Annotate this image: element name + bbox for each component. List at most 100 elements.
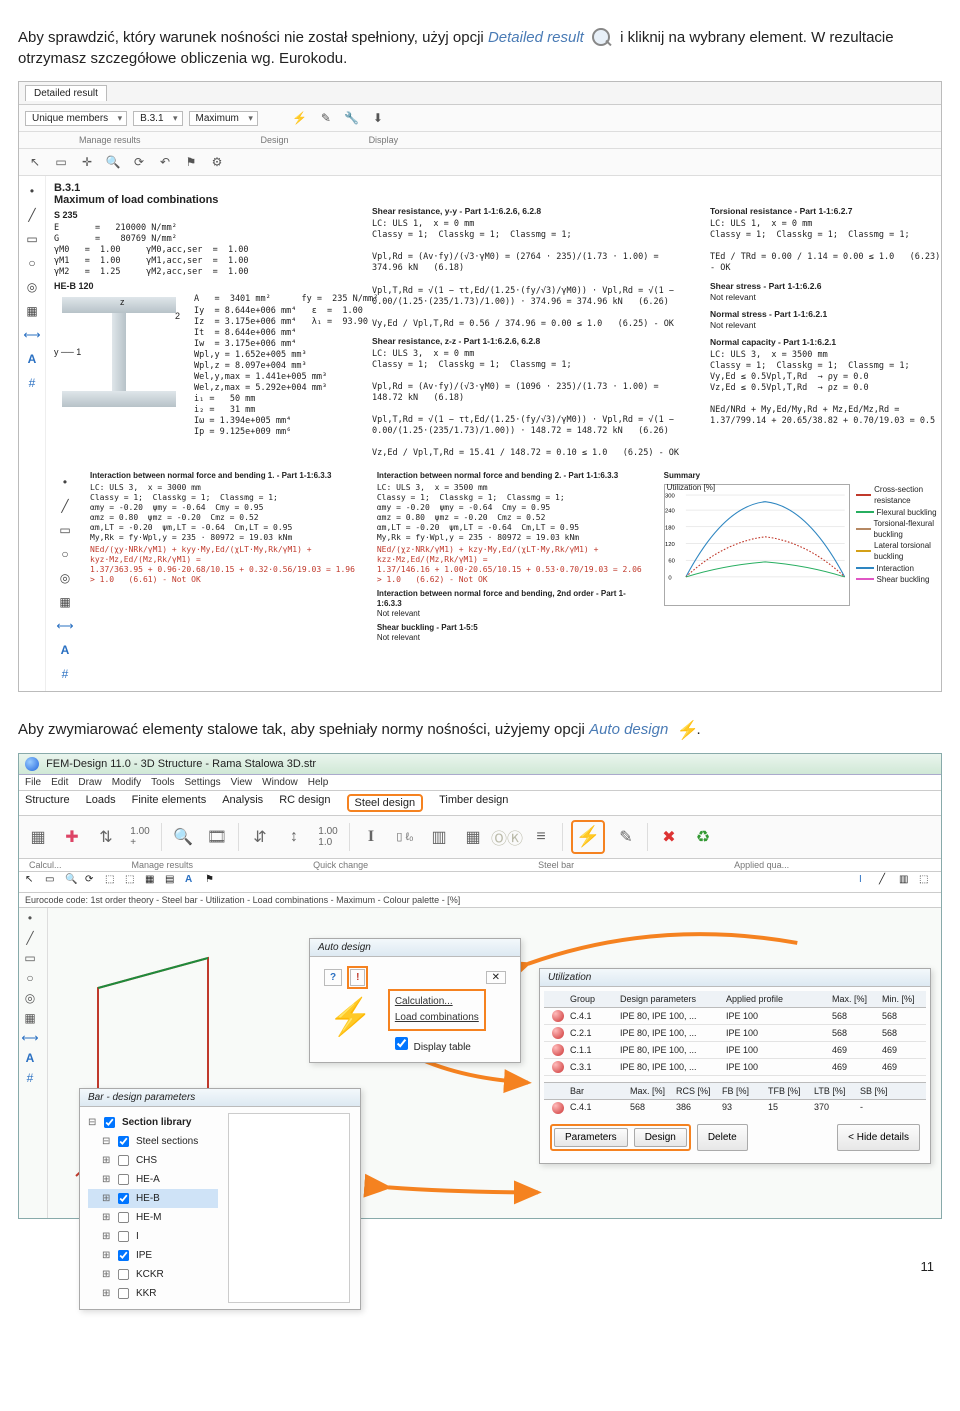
ok-badge-icon[interactable]: ⓄⓀ bbox=[494, 824, 520, 850]
hash-icon[interactable]: # bbox=[21, 372, 43, 394]
menu-settings[interactable]: Settings bbox=[185, 777, 221, 788]
panel-icon[interactable]: ▥ bbox=[426, 824, 452, 850]
interaction-2nd-body: Not relevant bbox=[377, 609, 650, 619]
util-header-1: Group Design parameters Applied profile … bbox=[544, 991, 926, 1008]
search-icon[interactable]: 🔍 bbox=[170, 824, 196, 850]
target-icon[interactable]: ◎ bbox=[21, 276, 43, 298]
module-tabbar: Structure Loads Finite elements Analysis… bbox=[19, 791, 941, 816]
material-properties: E = 210000 N/mm² G = 80769 N/mm² γM0 = 1… bbox=[54, 223, 354, 278]
node-hem[interactable]: HE-M bbox=[113, 1212, 161, 1223]
parameters-button[interactable]: Parameters bbox=[554, 1128, 628, 1147]
cursor-icon[interactable]: ↖ bbox=[25, 152, 45, 172]
grid2-icon[interactable]: ▦ bbox=[460, 824, 486, 850]
sort-icon[interactable]: ⇵ bbox=[247, 824, 273, 850]
section-library-node[interactable]: Section library bbox=[99, 1117, 191, 1128]
circle-icon[interactable]: ○ bbox=[21, 252, 43, 274]
num100-label: 1.00+ bbox=[127, 824, 153, 850]
node-heb[interactable]: HE-B bbox=[113, 1193, 160, 1204]
dropdown-unique-members[interactable]: Unique members bbox=[25, 111, 127, 126]
bar-design-params-panel: Bar - design parameters Section library … bbox=[79, 1088, 361, 1310]
ibeam-icon[interactable]: I bbox=[358, 824, 384, 850]
util-detail-row[interactable]: C.4.1 568 386 93 15 370 - bbox=[544, 1100, 926, 1116]
tab-finite-elements[interactable]: Finite elements bbox=[132, 794, 207, 812]
menu-help[interactable]: Help bbox=[308, 777, 329, 788]
bolt-icon[interactable]: ⚡ bbox=[290, 108, 310, 128]
menu-modify[interactable]: Modify bbox=[112, 777, 141, 788]
download-icon[interactable]: ⬇ bbox=[368, 108, 388, 128]
pencil-icon[interactable]: ✎ bbox=[316, 108, 336, 128]
tab-timber-design[interactable]: Timber design bbox=[439, 794, 508, 812]
select-rect-icon[interactable]: ▭ bbox=[51, 152, 71, 172]
dropdown-maximum[interactable]: Maximum bbox=[189, 111, 258, 126]
node-i[interactable]: I bbox=[113, 1231, 139, 1242]
menu-file[interactable]: File bbox=[25, 777, 41, 788]
node-ipe[interactable]: IPE bbox=[113, 1250, 152, 1261]
intro-paragraph: Aby sprawdzić, który warunek nośności ni… bbox=[18, 27, 942, 69]
menu-edit[interactable]: Edit bbox=[51, 777, 68, 788]
tab-rc-design[interactable]: RC design bbox=[279, 794, 330, 812]
tab-loads[interactable]: Loads bbox=[86, 794, 116, 812]
dot-icon[interactable]: • bbox=[21, 180, 43, 202]
mid-text-a: Aby zwymiarować elementy stalowe tak, ab… bbox=[18, 721, 589, 738]
calc-link[interactable]: Calculation... bbox=[395, 994, 479, 1010]
tab-analysis[interactable]: Analysis bbox=[222, 794, 263, 812]
menu-tools[interactable]: Tools bbox=[151, 777, 174, 788]
zoom-icon[interactable]: 🔍 bbox=[103, 152, 123, 172]
length-icon[interactable]: ▯ ℓ₀ bbox=[392, 824, 418, 850]
arrow-icon[interactable]: ↕ bbox=[281, 824, 307, 850]
select-cross-icon[interactable]: ✛ bbox=[77, 152, 97, 172]
normal-stress-title: Normal stress - Part 1-1:6.2.1 bbox=[710, 309, 950, 320]
hide-details-button[interactable]: < Hide details bbox=[837, 1124, 920, 1151]
menu-draw[interactable]: Draw bbox=[78, 777, 101, 788]
tab-detailed-result[interactable]: Detailed result bbox=[25, 85, 107, 101]
util-row[interactable]: C.4.1IPE 80, IPE 100, ...IPE 100568568 bbox=[544, 1008, 926, 1025]
close-icon[interactable]: ✕ bbox=[486, 971, 506, 984]
util-row[interactable]: C.2.1IPE 80, IPE 100, ...IPE 100568568 bbox=[544, 1025, 926, 1042]
display-table-checkbox[interactable]: Display table bbox=[391, 1042, 471, 1053]
undo-icon[interactable]: ↶ bbox=[155, 152, 175, 172]
num10-label: 1.001.0 bbox=[315, 824, 341, 850]
tab-structure[interactable]: Structure bbox=[25, 794, 70, 812]
group-manage-results: Manage results bbox=[79, 135, 141, 145]
profile-list-empty[interactable] bbox=[228, 1113, 350, 1303]
pencil-icon-2[interactable]: ✎ bbox=[613, 824, 639, 850]
node-hea[interactable]: HE-A bbox=[113, 1174, 160, 1185]
filter-icon[interactable]: ▦ bbox=[25, 824, 51, 850]
torsional-title: Torsional resistance - Part 1-1:6.2.7 bbox=[710, 206, 950, 217]
util-row[interactable]: C.1.1IPE 80, IPE 100, ...IPE 100469469 bbox=[544, 1042, 926, 1059]
delete-button[interactable]: Delete bbox=[697, 1124, 748, 1151]
design-button[interactable]: Design bbox=[634, 1128, 687, 1147]
grid-icon[interactable]: ▦ bbox=[21, 300, 43, 322]
node-chs[interactable]: CHS bbox=[113, 1155, 157, 1166]
menu-view[interactable]: View bbox=[231, 777, 253, 788]
warning-icon[interactable]: ! bbox=[350, 969, 365, 986]
recycle-icon[interactable]: ♻ bbox=[690, 824, 716, 850]
util-row[interactable]: C.3.1IPE 80, IPE 100, ...IPE 100469469 bbox=[544, 1059, 926, 1076]
load-comb-link[interactable]: Load combinations bbox=[395, 1010, 479, 1026]
steel-sections-node[interactable]: Steel sections bbox=[113, 1136, 198, 1147]
plus-icon[interactable]: ✚ bbox=[59, 824, 85, 850]
stack-icon[interactable]: ≡ bbox=[528, 824, 554, 850]
line-icon[interactable]: ╱ bbox=[21, 204, 43, 226]
options-icon[interactable]: ⚙ bbox=[207, 152, 227, 172]
text-a-icon[interactable]: A bbox=[21, 348, 43, 370]
node-kckr[interactable]: KCKR bbox=[113, 1269, 164, 1280]
auto-design-button[interactable]: ⚡ bbox=[571, 820, 605, 854]
help-icon[interactable]: ? bbox=[324, 969, 342, 986]
dim-icon[interactable]: ⟷ bbox=[21, 324, 43, 346]
shear-y-body: LC: ULS 1, x = 0 mm Classy = 1; Classkg … bbox=[372, 219, 692, 329]
rect-icon[interactable]: ▭ bbox=[21, 228, 43, 250]
utilization-title: Utilization bbox=[540, 969, 930, 987]
wrench-icon[interactable]: 🔧 bbox=[342, 108, 362, 128]
updown-icon[interactable]: ⇅ bbox=[93, 824, 119, 850]
node-kkr[interactable]: KKR bbox=[113, 1288, 156, 1299]
flag-icon[interactable]: ⚑ bbox=[181, 152, 201, 172]
dropdown-member-id[interactable]: B.3.1 bbox=[133, 111, 182, 126]
shear-buckling-body: Not relevant bbox=[377, 633, 650, 643]
magnifier-icon bbox=[591, 27, 613, 49]
refresh-icon[interactable]: ⟳ bbox=[129, 152, 149, 172]
delete-x-icon[interactable]: ✖ bbox=[656, 824, 682, 850]
film-icon[interactable]: 🎞 bbox=[204, 824, 230, 850]
tab-steel-design[interactable]: Steel design bbox=[347, 794, 424, 812]
menu-window[interactable]: Window bbox=[262, 777, 298, 788]
